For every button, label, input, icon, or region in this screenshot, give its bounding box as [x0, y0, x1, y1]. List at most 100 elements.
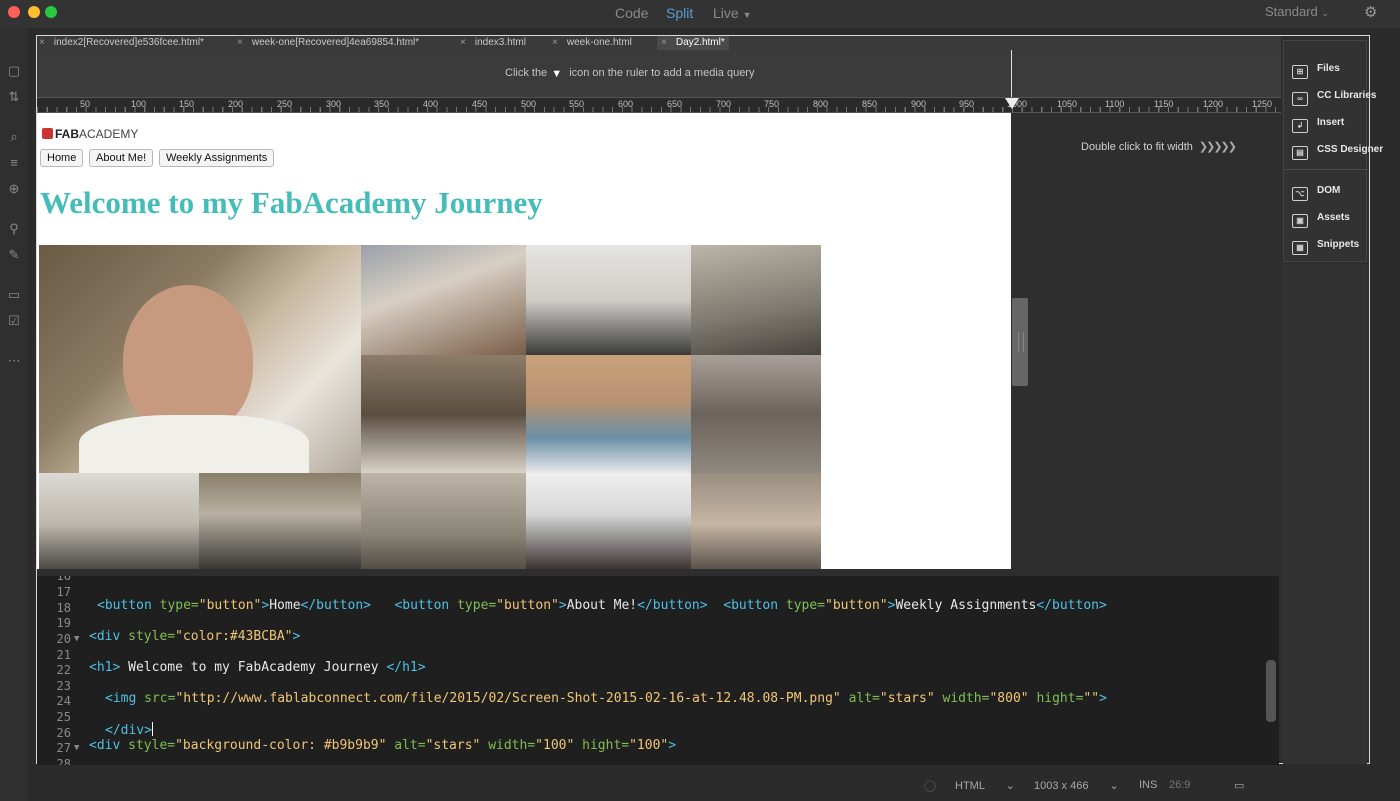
status-bar: ◯ HTML ⌄ 1003 x 466 ⌄ INS 26:9 ▭: [28, 770, 1400, 801]
fit-width-hint[interactable]: Double click to fit width ❯❯❯❯❯: [1081, 140, 1237, 153]
line-number: 27: [56, 741, 71, 755]
line-number: 26: [56, 726, 71, 740]
preview-icon[interactable]: ▭: [1234, 779, 1244, 792]
tab-day2[interactable]: × Day2.html*: [657, 36, 729, 50]
panel-cc-libraries[interactable]: ∞ CC Libraries: [1292, 88, 1377, 106]
insert-icon: ↲: [1292, 119, 1308, 133]
home-button[interactable]: Home: [40, 149, 84, 167]
person-silhouette: [123, 285, 253, 435]
panel-label: CC Libraries: [1317, 90, 1377, 101]
window-size-selector[interactable]: 1003 x 466 ⌄: [1034, 779, 1119, 792]
ruler-label: 850: [862, 99, 878, 109]
file-icon[interactable]: ▢: [5, 62, 23, 80]
tab-index3[interactable]: × index3.html: [460, 36, 526, 50]
media-query-icon: ▼: [551, 68, 563, 80]
logo-bold-text: FAB: [55, 127, 79, 141]
panel-label: Assets: [1317, 212, 1350, 223]
workspace-label: Standard: [1265, 4, 1318, 19]
chevron-down-icon: ⌄: [1005, 780, 1015, 792]
video-tile: [691, 245, 821, 355]
panel-insert[interactable]: ↲ Insert: [1292, 115, 1344, 133]
panel-label: CSS Designer: [1317, 144, 1384, 155]
fold-arrow-icon[interactable]: ▼: [74, 743, 79, 753]
live-view-button[interactable]: Live ▼: [713, 5, 752, 21]
transfer-icon[interactable]: ⇅: [5, 88, 23, 106]
line-number: 16: [56, 576, 71, 583]
code-line-26: </div>: [105, 722, 153, 738]
panel-dom[interactable]: ⌥ DOM: [1292, 183, 1340, 201]
about-me-button[interactable]: About Me!: [89, 149, 154, 167]
panel-assets[interactable]: ▣ Assets: [1292, 210, 1350, 228]
ruler-label: 100: [131, 99, 147, 109]
ruler-label: 1150: [1154, 99, 1174, 109]
comment-icon[interactable]: ▭: [5, 286, 23, 304]
status-circle-icon: ◯: [924, 780, 937, 792]
panel-label: Files: [1317, 63, 1340, 74]
ruler-label: 800: [813, 99, 829, 109]
video-tile: [39, 245, 361, 473]
tab-week-one-recovered[interactable]: × week-one[Recovered]4ea69854.html*: [237, 36, 419, 50]
ruler-label: 500: [521, 99, 537, 109]
weekly-assignments-button[interactable]: Weekly Assignments: [159, 149, 275, 167]
tab-label: week-one[Recovered]4ea69854.html*: [251, 37, 420, 48]
document-tabs: × index2[Recovered]e536fcee.html* × week-o…: [37, 36, 1281, 50]
workspace-switcher[interactable]: Standard ⌄: [1265, 4, 1329, 19]
zoom-window-button[interactable]: [45, 6, 57, 18]
fold-arrow-icon[interactable]: ▼: [74, 634, 79, 644]
close-icon[interactable]: ×: [237, 37, 243, 48]
code-editor[interactable]: 16 17 18 19 20 21 22 23 24 25 26 27 28 ▼…: [37, 576, 1279, 765]
tab-index2-recovered[interactable]: × index2[Recovered]e536fcee.html*: [39, 36, 204, 50]
minimize-window-button[interactable]: [28, 6, 40, 18]
language-label: HTML: [955, 780, 985, 792]
fabacademy-logo: FABACADEMY: [42, 127, 138, 141]
fit-width-label: Double click to fit width: [1081, 141, 1193, 153]
line-number: 24: [56, 694, 71, 708]
ruler-label: 550: [569, 99, 585, 109]
tab-week-one[interactable]: × week-one.html: [552, 36, 632, 50]
target-icon[interactable]: ⊕: [5, 180, 23, 198]
ruler-label: 400: [423, 99, 439, 109]
brush-icon[interactable]: ✎: [5, 246, 23, 264]
panel-column: [1283, 264, 1367, 764]
check-icon[interactable]: ☑: [5, 312, 23, 330]
ruler-label: 600: [618, 99, 634, 109]
video-tile: [361, 245, 526, 355]
close-icon[interactable]: ×: [460, 37, 466, 48]
chevron-down-icon: ⌄: [1321, 8, 1329, 18]
ruler-label: 200: [228, 99, 244, 109]
gear-icon[interactable]: ⚙: [1364, 3, 1377, 21]
ruler-label: 1200: [1203, 99, 1224, 109]
shirt-shape: [79, 415, 309, 473]
panel-css-designer[interactable]: ▤ CSS Designer: [1292, 142, 1384, 160]
dom-icon: ⌥: [1292, 187, 1308, 201]
chevron-down-icon: ⌄: [1109, 780, 1119, 792]
panel-snippets[interactable]: ▦ Snippets: [1292, 237, 1359, 255]
close-icon[interactable]: ×: [661, 37, 667, 48]
insert-mode-indicator: INS: [1139, 779, 1158, 791]
cc-libraries-icon: ∞: [1292, 92, 1308, 106]
close-icon[interactable]: ×: [39, 37, 45, 48]
media-query-marker[interactable]: [1005, 98, 1019, 109]
inspect-icon[interactable]: ⌕: [5, 128, 23, 146]
live-view-resize-handle[interactable]: [1012, 298, 1028, 386]
line-number: 20: [56, 632, 71, 646]
css-designer-icon: ▤: [1292, 146, 1308, 160]
ruler[interactable]: 50 100 150 200 250 300 350 400 450 500 5…: [37, 97, 1281, 113]
link-icon[interactable]: ⚲: [5, 220, 23, 238]
ruler-label: 650: [667, 99, 683, 109]
tab-label: index3.html: [474, 37, 526, 48]
close-window-button[interactable]: [8, 6, 20, 18]
panel-divider: [1284, 169, 1368, 170]
code-line-27: <div style="background-color: #b9b9b9" a…: [89, 738, 677, 753]
split-view-button[interactable]: Split: [666, 5, 693, 21]
code-view-button[interactable]: Code: [615, 5, 648, 21]
more-icon[interactable]: ⋯: [5, 352, 23, 370]
code-scrollbar[interactable]: [1266, 660, 1276, 722]
close-icon[interactable]: ×: [552, 37, 558, 48]
video-tile: [39, 473, 199, 569]
align-icon[interactable]: ≡: [5, 154, 23, 172]
ruler-label: 900: [911, 99, 927, 109]
language-selector[interactable]: HTML ⌄: [955, 779, 1015, 792]
left-toolbar: ▢ ⇅ ⌕ ≡ ⊕ ⚲ ✎ ▭ ☑ ⋯: [0, 28, 28, 801]
panel-files[interactable]: ⊞ Files: [1292, 61, 1340, 79]
